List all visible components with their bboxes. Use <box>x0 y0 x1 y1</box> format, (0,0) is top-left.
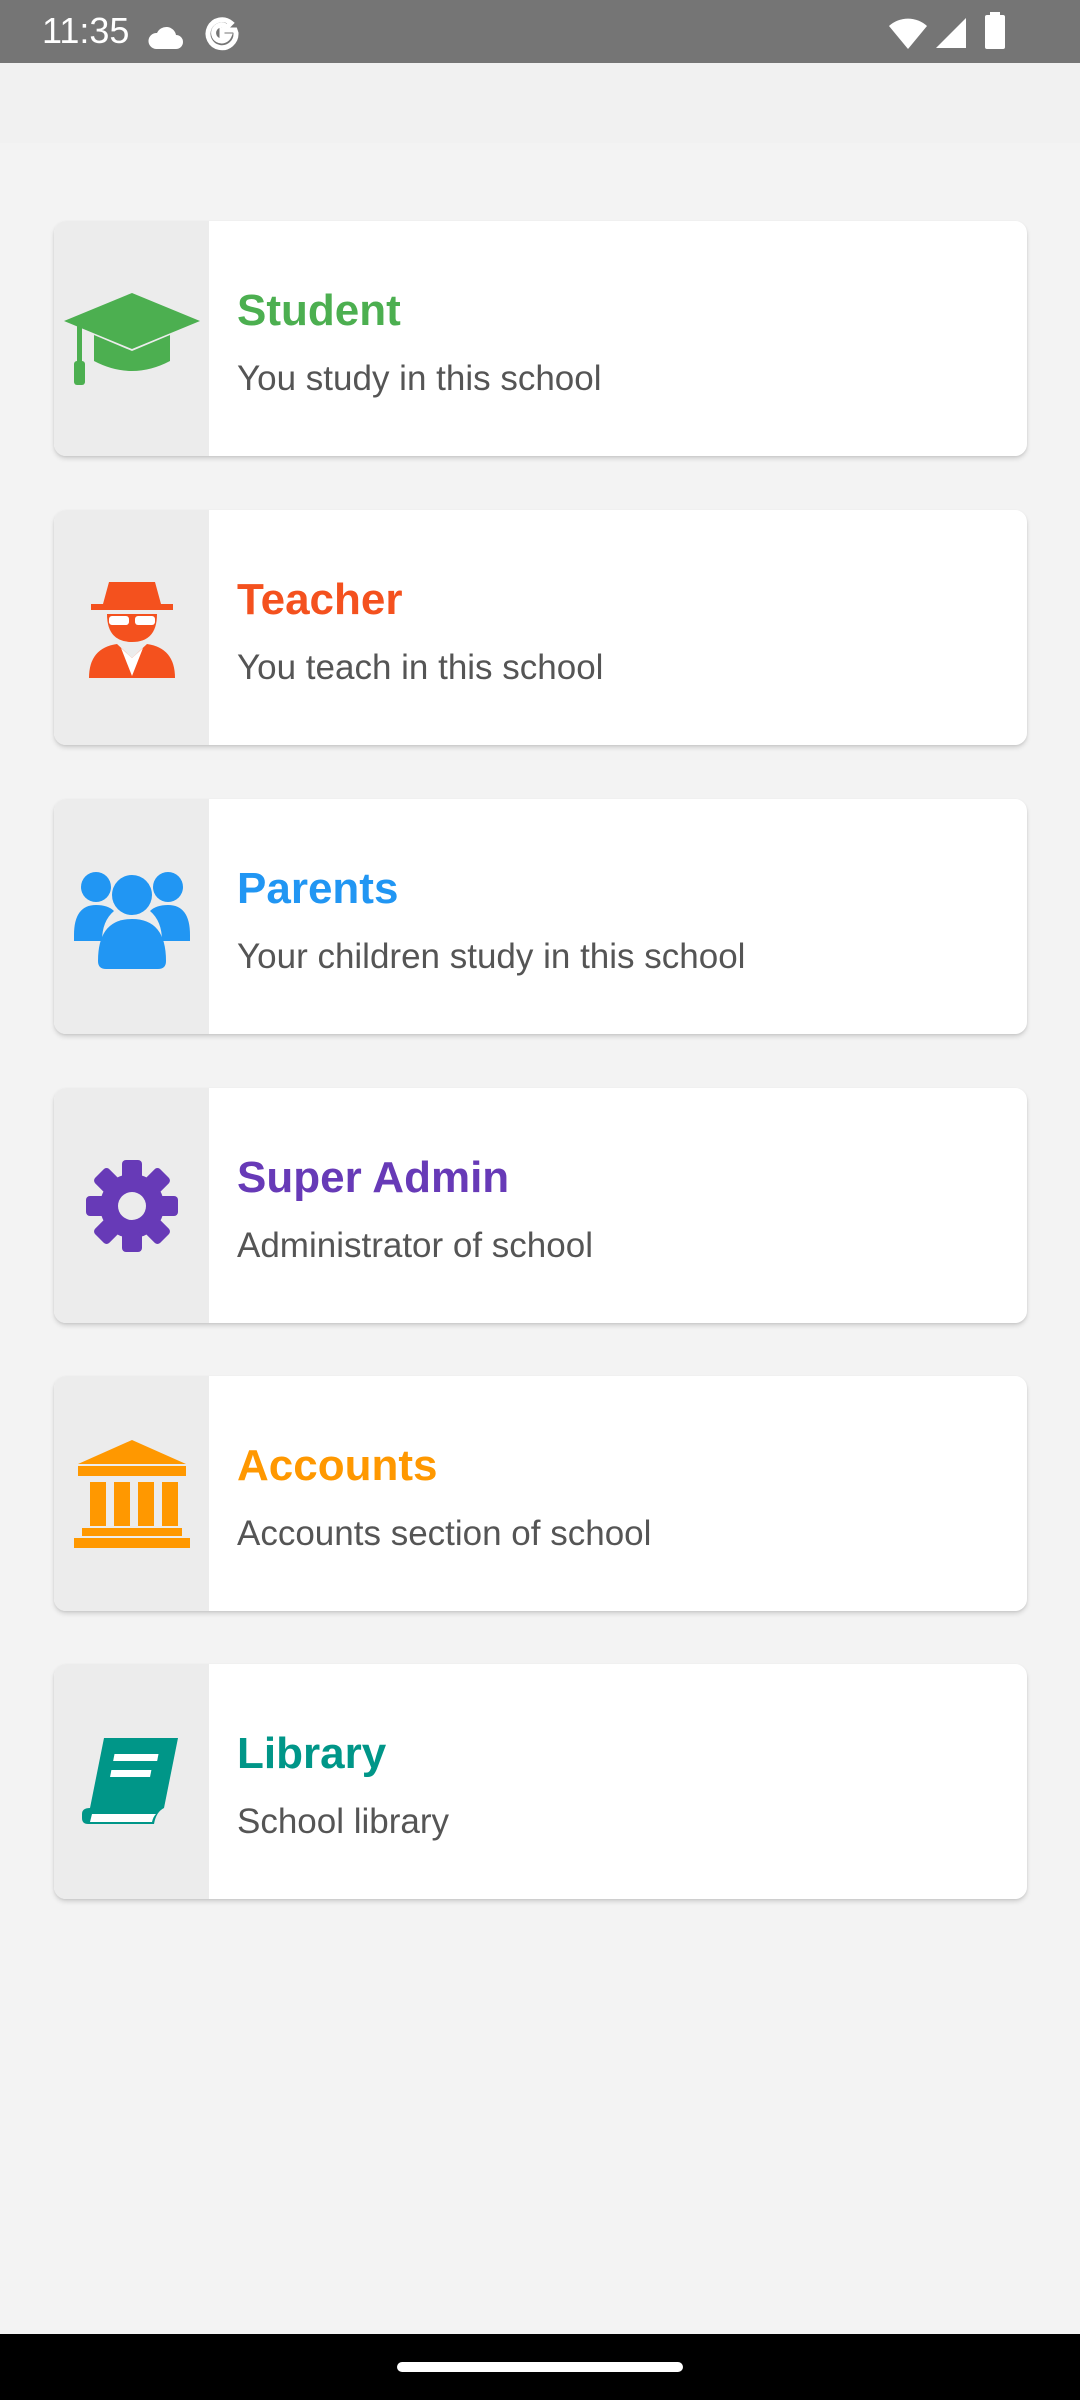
teacher-spy-icon <box>88 581 175 678</box>
status-bar: 11:35 <box>0 0 1080 63</box>
graduation-cap-icon <box>63 292 200 385</box>
card-subtitle: Accounts section of school <box>237 1514 652 1553</box>
card-subtitle: Administrator of school <box>237 1226 593 1265</box>
google-icon <box>205 17 239 51</box>
book-icon <box>81 1737 178 1824</box>
card-icon-box <box>54 1088 209 1323</box>
card-title: Accounts <box>237 1441 438 1490</box>
cloud-icon <box>148 26 183 49</box>
card-icon-box <box>54 799 209 1034</box>
role-card-super-admin[interactable]: Super Admin Administrator of school <box>54 1088 1027 1323</box>
users-group-icon <box>73 871 190 969</box>
card-subtitle: You teach in this school <box>237 648 604 687</box>
card-title: Parents <box>237 864 399 913</box>
app-header <box>0 63 1080 143</box>
role-card-teacher[interactable]: Teacher You teach in this school <box>54 510 1027 745</box>
card-subtitle: Your children study in this school <box>237 937 746 976</box>
card-icon-box <box>54 1376 209 1611</box>
wifi-icon <box>889 18 927 49</box>
home-gesture-handle[interactable] <box>397 2362 683 2372</box>
card-title: Library <box>237 1729 387 1778</box>
card-title: Super Admin <box>237 1153 510 1202</box>
bank-icon <box>73 1439 190 1548</box>
card-title: Teacher <box>237 575 403 624</box>
battery-icon <box>985 12 1005 49</box>
navigation-bar <box>0 2334 1080 2400</box>
signal-icon <box>936 18 966 48</box>
role-card-student[interactable]: Student You study in this school <box>54 221 1027 456</box>
card-icon-box <box>54 221 209 456</box>
card-icon-box <box>54 1664 209 1899</box>
gear-icon <box>85 1159 178 1252</box>
card-icon-box <box>54 510 209 745</box>
role-card-library[interactable]: Library School library <box>54 1664 1027 1899</box>
role-card-accounts[interactable]: Accounts Accounts section of school <box>54 1376 1027 1611</box>
status-time: 11:35 <box>42 10 130 51</box>
card-subtitle: School library <box>237 1802 450 1841</box>
card-subtitle: You study in this school <box>237 359 602 398</box>
role-card-parents[interactable]: Parents Your children study in this scho… <box>54 799 1027 1034</box>
card-title: Student <box>237 286 401 335</box>
